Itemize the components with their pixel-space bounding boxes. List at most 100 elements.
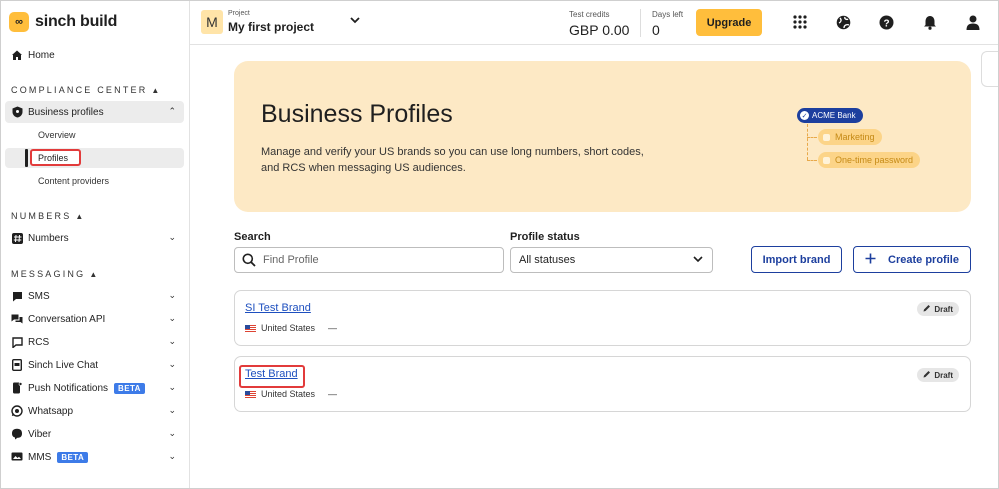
project-name[interactable]: My first project <box>228 20 314 34</box>
pencil-icon <box>923 370 931 380</box>
sidebar-item-label: Conversation API <box>28 313 106 325</box>
create-profile-button[interactable]: Create profile <box>853 246 971 273</box>
sidebar-subitem-profiles[interactable]: Profiles <box>30 149 81 166</box>
project-label: Project <box>228 10 250 17</box>
sidebar-subitem-overview[interactable]: Overview <box>38 130 76 140</box>
button-label: Import brand <box>762 253 831 266</box>
sidebar-item-sinch-live-chat[interactable]: Sinch Live Chat ⌄ <box>5 354 184 376</box>
apps-grid-icon[interactable] <box>792 14 808 30</box>
side-panel-tab[interactable] <box>981 51 998 87</box>
sidebar-item-label: Home <box>28 49 55 61</box>
sidebar-item-label: Profiles <box>38 152 69 163</box>
viber-icon <box>11 428 23 440</box>
button-label: Create profile <box>888 253 959 266</box>
home-icon <box>11 49 23 61</box>
chevron-down-icon: ⌄ <box>168 405 176 415</box>
brand-tag: ✓ ACME Bank <box>797 108 863 123</box>
sidebar-item-label: MMS <box>28 451 52 463</box>
help-icon[interactable]: ? <box>878 14 894 30</box>
import-brand-button[interactable]: Import brand <box>751 246 842 273</box>
us-flag-icon <box>245 390 256 398</box>
test-credits-label: Test credits <box>569 10 610 19</box>
sidebar-item-rcs[interactable]: RCS ⌄ <box>5 331 184 353</box>
profile-status-select[interactable]: All statuses <box>510 247 713 273</box>
sidebar-item-label: Whatsapp <box>28 405 74 417</box>
profile-country: United States — <box>245 389 337 399</box>
status-badge: Draft <box>917 302 959 316</box>
sidebar-item-whatsapp[interactable]: Whatsapp ⌄ <box>5 400 184 422</box>
highlight-box <box>239 365 305 388</box>
campaign-tag-label: One-time password <box>835 155 914 165</box>
message-icon <box>11 290 23 302</box>
test-credits-value: GBP 0.00 <box>569 22 630 38</box>
search-label: Search <box>234 231 271 243</box>
profile-country: United States — <box>245 323 337 333</box>
check-circle-icon: ✓ <box>800 111 809 120</box>
beta-badge: BETA <box>57 451 89 463</box>
search-icon <box>242 253 256 267</box>
section-numbers[interactable]: NUMBERS ▲ <box>11 211 83 221</box>
days-left-value: 0 <box>652 22 660 38</box>
project-dropdown-chevron-icon[interactable] <box>350 16 360 27</box>
sidebar-item-mms[interactable]: MMS BETA ⌄ <box>5 446 184 468</box>
chevron-down-icon: ⌄ <box>168 428 176 438</box>
status-badge: Draft <box>917 368 959 382</box>
campaign-tag: Marketing <box>818 129 882 145</box>
sidebar-item-viber[interactable]: Viber ⌄ <box>5 423 184 445</box>
tree-connector <box>807 137 817 138</box>
sidebar-item-sms[interactable]: SMS ⌄ <box>5 285 184 307</box>
plus-icon <box>865 253 876 267</box>
sidebar-item-conversation-api[interactable]: Conversation API ⌄ <box>5 308 184 330</box>
upgrade-button[interactable]: Upgrade <box>696 9 762 36</box>
sidebar-item-business-profiles[interactable]: Business profiles ⌃ <box>5 101 184 123</box>
profile-detail: — <box>328 389 338 399</box>
sidebar-item-label: Numbers <box>28 232 69 244</box>
logo-text: sinch build <box>35 13 118 30</box>
profile-card[interactable]: SI Test Brand United States — Draft <box>234 290 971 346</box>
bell-icon[interactable] <box>922 14 938 30</box>
search-input[interactable] <box>234 247 504 273</box>
top-bar: M Project My first project Test credits … <box>190 1 998 45</box>
chevron-up-icon: ▲ <box>75 212 84 221</box>
square-icon <box>823 133 830 141</box>
sidebar-item-numbers[interactable]: Numbers ⌄ <box>5 227 184 249</box>
user-icon[interactable] <box>965 14 981 30</box>
globe-icon[interactable] <box>835 14 851 30</box>
section-messaging[interactable]: MESSAGING ▲ <box>11 269 97 279</box>
page-title: Business Profiles <box>261 100 453 128</box>
sidebar-item-label: Sinch Live Chat <box>28 359 99 371</box>
status-label: Draft <box>934 370 953 380</box>
profile-card[interactable]: Test Brand United States — Draft <box>234 356 971 412</box>
chevron-down-icon: ⌄ <box>168 290 176 300</box>
chevron-down-icon: ⌄ <box>168 313 176 323</box>
selected-indicator <box>25 149 28 167</box>
campaign-tag: One-time password <box>818 152 921 168</box>
chevron-down-icon: ⌄ <box>168 359 176 369</box>
rcs-icon <box>11 336 23 348</box>
chevron-down-icon: ⌄ <box>168 451 176 461</box>
section-label: NUMBERS <box>11 211 72 221</box>
pencil-icon <box>923 304 931 314</box>
sidebar-subitem-content-providers[interactable]: Content providers <box>38 176 109 186</box>
chevron-up-icon: ▲ <box>89 270 98 279</box>
profile-status-label: Profile status <box>510 231 580 243</box>
us-flag-icon <box>245 324 256 332</box>
project-avatar[interactable]: M <box>201 10 223 34</box>
logo[interactable]: ∞ sinch build <box>9 12 117 32</box>
image-message-icon <box>11 451 23 463</box>
section-label: COMPLIANCE CENTER <box>11 85 148 95</box>
chat-window-icon <box>11 359 23 371</box>
profile-name-link[interactable]: SI Test Brand <box>245 302 311 314</box>
profile-detail: — <box>328 323 338 333</box>
section-compliance-center[interactable]: COMPLIANCE CENTER ▲ <box>11 85 159 95</box>
days-left-label: Days left <box>652 10 684 19</box>
hash-icon <box>11 232 23 244</box>
chevron-up-icon: ⌃ <box>168 106 176 116</box>
divider <box>640 9 641 37</box>
chevron-up-icon: ▲ <box>151 86 160 95</box>
sidebar-item-home[interactable]: Home <box>5 44 184 66</box>
sidebar-item-push-notifications[interactable]: Push Notifications BETA ⌄ <box>5 377 184 399</box>
section-label: MESSAGING <box>11 269 86 279</box>
sidebar-item-label: SMS <box>28 290 50 302</box>
sidebar: ∞ sinch build Home COMPLIANCE CENTER ▲ Bu… <box>1 1 190 488</box>
